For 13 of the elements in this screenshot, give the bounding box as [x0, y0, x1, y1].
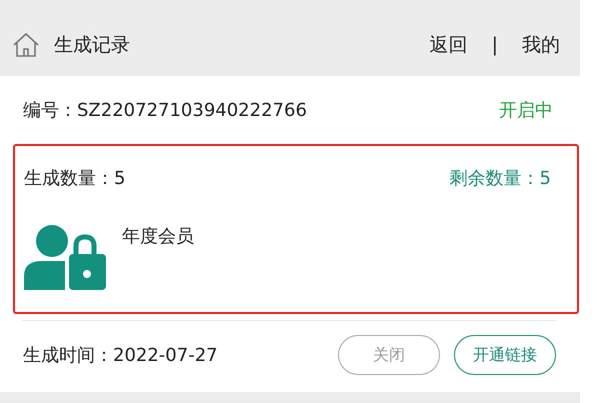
status-label: 开启中 [499, 99, 553, 122]
user-lock-icon [24, 224, 106, 290]
mine-link[interactable]: 我的 [522, 32, 560, 58]
separator: | [492, 34, 498, 56]
remaining-count: 剩余数量：5 [450, 167, 551, 190]
open-link-button[interactable]: 开通链接 [454, 335, 556, 375]
record-number: 编号：SZ220727103940222766 [23, 99, 307, 122]
back-link[interactable]: 返回 [430, 32, 468, 58]
generated-count: 生成数量：5 [24, 167, 126, 190]
home-icon[interactable] [12, 32, 40, 58]
product-name: 年度会员 [122, 225, 194, 249]
page-title: 生成记录 [54, 33, 131, 58]
created-time: 生成时间：2022-07-27 [23, 344, 218, 367]
